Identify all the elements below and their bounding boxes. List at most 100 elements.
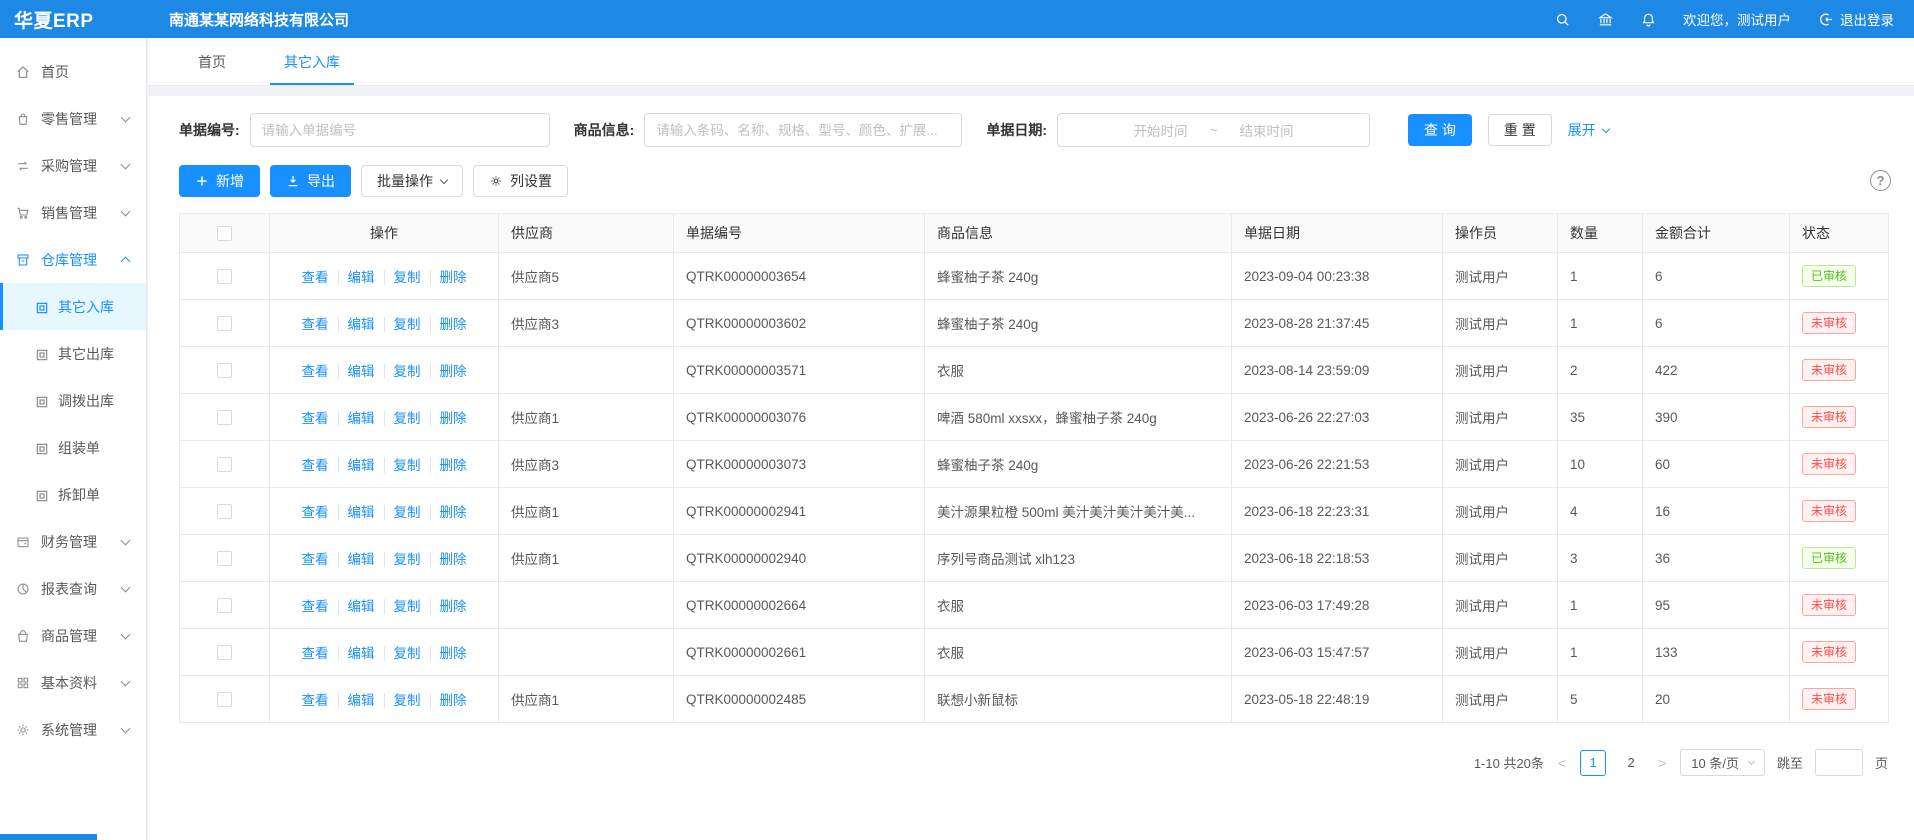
sidebar-item-sales[interactable]: 销售管理 [0,189,146,236]
column-header-status: 状态 [1790,214,1889,253]
export-button[interactable]: 导出 [270,165,351,197]
date-cell: 2023-06-18 22:23:31 [1232,488,1443,535]
bill-no-cell: QTRK00000002940 [674,535,925,582]
delete-link[interactable]: 删除 [430,505,467,520]
edit-link[interactable]: 编辑 [338,270,375,285]
sidebar-item-goods[interactable]: 商品管理 [0,612,146,659]
delete-link[interactable]: 删除 [430,552,467,567]
edit-link[interactable]: 编辑 [338,411,375,426]
copy-link[interactable]: 复制 [384,693,421,708]
delete-link[interactable]: 删除 [430,270,467,285]
next-page-button[interactable]: > [1656,755,1668,771]
row-checkbox[interactable] [217,504,232,519]
sidebar-item-home[interactable]: 首页 [0,48,146,95]
sidebar-item-warehouse[interactable]: 仓库管理 [0,236,146,283]
sidebar-item-purchase[interactable]: 采购管理 [0,142,146,189]
copy-link[interactable]: 复制 [384,458,421,473]
sidebar-item-finance[interactable]: 财务管理 [0,518,146,565]
view-link[interactable]: 查看 [302,411,329,426]
page-button-1[interactable]: 1 [1580,750,1606,776]
goods-info-input[interactable] [644,113,962,147]
edit-link[interactable]: 编辑 [338,599,375,614]
copy-link[interactable]: 复制 [384,317,421,332]
table-row: 查看编辑复制删除 供应商3 QTRK00000003073 蜂蜜柚子茶 240g… [180,441,1889,488]
tab-home[interactable]: 首页 [184,38,240,85]
sidebar-subitem-assembly[interactable]: 组装单 [0,424,146,471]
edit-link[interactable]: 编辑 [338,505,375,520]
copy-link[interactable]: 复制 [384,270,421,285]
page-button-2[interactable]: 2 [1618,750,1644,776]
sidebar-subitem-other-outbound[interactable]: 其它出库 [0,330,146,377]
copy-link[interactable]: 复制 [384,646,421,661]
delete-link[interactable]: 删除 [430,411,467,426]
page-size-select[interactable]: 10 条/页 [1680,749,1765,776]
edit-link[interactable]: 编辑 [338,317,375,332]
row-checkbox[interactable] [217,269,232,284]
row-checkbox[interactable] [217,410,232,425]
reset-button[interactable]: 重 置 [1488,114,1552,146]
edit-link[interactable]: 编辑 [338,458,375,473]
delete-link[interactable]: 删除 [430,599,467,614]
jump-page-input[interactable] [1815,749,1863,776]
date-range-input[interactable]: 开始时间 ~ 结束时间 [1057,113,1370,147]
row-checkbox[interactable] [217,551,232,566]
view-link[interactable]: 查看 [302,270,329,285]
view-link[interactable]: 查看 [302,317,329,332]
goods-cell: 啤酒 580ml xxsxx，蜂蜜柚子茶 240g [925,394,1232,441]
delete-link[interactable]: 删除 [430,364,467,379]
row-checkbox[interactable] [217,457,232,472]
delete-link[interactable]: 删除 [430,693,467,708]
bill-no-input[interactable] [250,113,550,147]
notification-bell-icon[interactable] [1640,11,1657,28]
edit-link[interactable]: 编辑 [338,693,375,708]
search-icon[interactable] [1554,11,1571,28]
delete-link[interactable]: 删除 [430,646,467,661]
column-settings-button[interactable]: 列设置 [473,165,568,197]
view-link[interactable]: 查看 [302,505,329,520]
column-header-supplier: 供应商 [499,214,674,253]
add-button[interactable]: 新增 [179,165,260,197]
delete-link[interactable]: 删除 [430,317,467,332]
edit-link[interactable]: 编辑 [338,552,375,567]
sidebar-subitem-disassembly[interactable]: 拆卸单 [0,471,146,518]
sidebar-item-basic-data[interactable]: 基本资料 [0,659,146,706]
edit-link[interactable]: 编辑 [338,364,375,379]
select-all-checkbox[interactable] [217,226,232,241]
sidebar-subitem-transfer-outbound[interactable]: 调拨出库 [0,377,146,424]
row-checkbox[interactable] [217,363,232,378]
sidebar-item-retail[interactable]: 零售管理 [0,95,146,142]
view-link[interactable]: 查看 [302,364,329,379]
search-button[interactable]: 查 询 [1408,114,1472,146]
row-checkbox[interactable] [217,316,232,331]
sidebar-subitem-other-inbound[interactable]: 其它入库 [0,283,146,330]
copy-link[interactable]: 复制 [384,599,421,614]
view-link[interactable]: 查看 [302,458,329,473]
view-link[interactable]: 查看 [302,599,329,614]
row-checkbox[interactable] [217,692,232,707]
prev-page-button[interactable]: < [1556,755,1568,771]
batch-actions-button[interactable]: 批量操作 [361,165,463,197]
sidebar-scrollbar[interactable] [0,834,97,840]
page-tabs: 首页 其它入库 [148,38,1914,86]
copy-link[interactable]: 复制 [384,411,421,426]
row-checkbox[interactable] [217,645,232,660]
expand-filters-link[interactable]: 展开 [1568,120,1609,140]
delete-link[interactable]: 删除 [430,458,467,473]
view-link[interactable]: 查看 [302,552,329,567]
edit-link[interactable]: 编辑 [338,646,375,661]
view-link[interactable]: 查看 [302,693,329,708]
view-link[interactable]: 查看 [302,646,329,661]
sidebar-item-system[interactable]: 系统管理 [0,706,146,753]
tab-other-inbound[interactable]: 其它入库 [270,38,354,85]
row-checkbox[interactable] [217,598,232,613]
copy-link[interactable]: 复制 [384,552,421,567]
logout-button[interactable]: 退出登录 [1817,9,1894,29]
chevron-down-icon [121,159,131,169]
pagination-total: 1-10 共20条 [1474,753,1544,772]
copy-link[interactable]: 复制 [384,505,421,520]
sales-cart-icon [15,205,31,221]
platform-bank-icon[interactable] [1597,11,1614,28]
help-icon[interactable]: ? [1870,170,1891,191]
copy-link[interactable]: 复制 [384,364,421,379]
sidebar-item-reports[interactable]: 报表查询 [0,565,146,612]
